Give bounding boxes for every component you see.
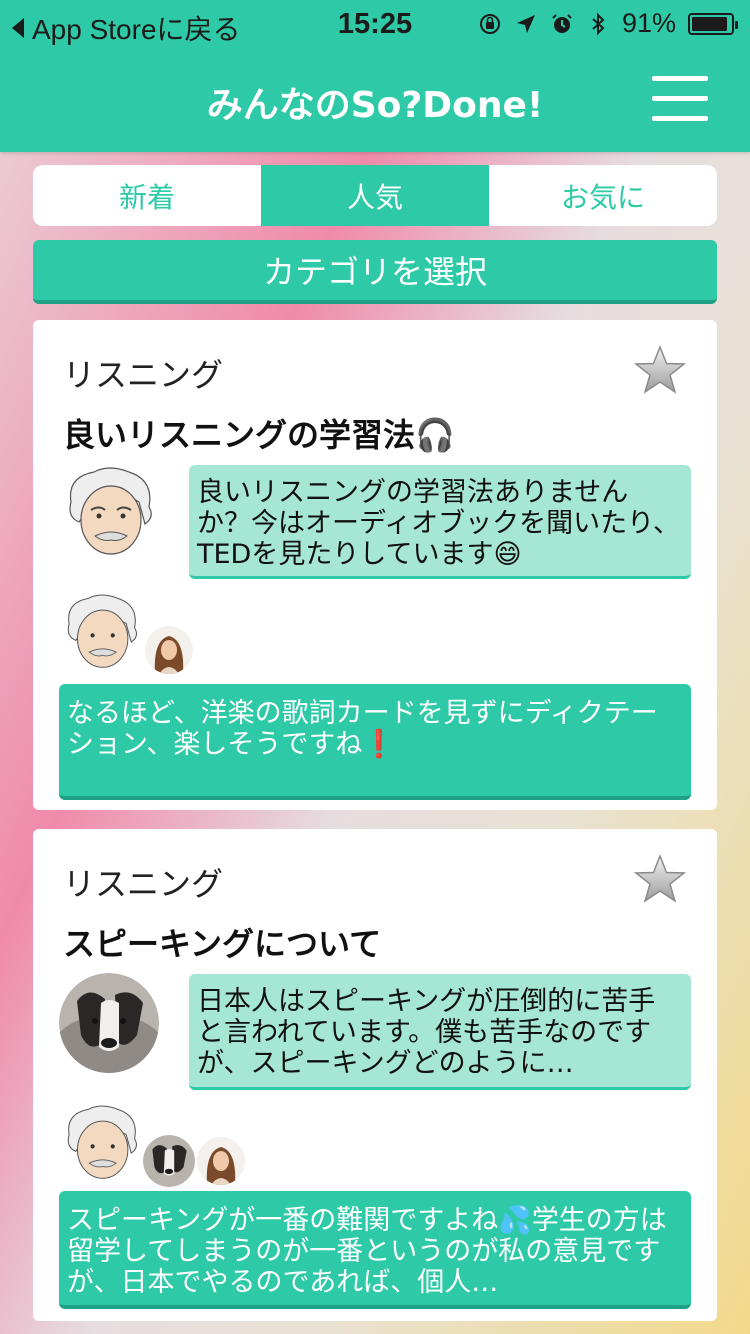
status-right: 91%	[478, 8, 738, 39]
tab-favorites[interactable]: お気に	[489, 165, 717, 226]
avatar[interactable]	[59, 590, 143, 674]
segmented-tabs: 新着 人気 お気に	[33, 165, 717, 226]
status-bar: App Storeに戻る 15:25 91%	[0, 0, 750, 50]
tab-popular[interactable]: 人気	[261, 165, 489, 226]
battery-icon	[688, 12, 738, 35]
battery-fill	[692, 16, 727, 31]
post-category: リスニング	[63, 865, 224, 903]
dog-avatar-icon	[59, 973, 159, 1073]
orientation-lock-icon	[479, 13, 500, 34]
question-bubble[interactable]: 日本人はスピーキングが圧倒的に苦手と言われています。僕も苦手なのですが、スピーキ…	[189, 974, 691, 1090]
woman-avatar-icon	[197, 1137, 245, 1185]
answer-bubble[interactable]: なるほど、洋楽の歌詞カードを見ずにディクテーション、楽しそうですね❗️	[59, 684, 691, 800]
post-title: スピーキングについて	[63, 925, 382, 963]
battery-percent: 91%	[621, 8, 676, 38]
woman-avatar-icon	[145, 626, 193, 674]
einstein-avatar-icon	[59, 1101, 143, 1185]
location-arrow-icon	[516, 14, 535, 33]
avatar[interactable]	[145, 626, 193, 674]
bluetooth-icon	[592, 12, 605, 35]
star-icon[interactable]	[633, 344, 687, 398]
page-title: みんなのSo?Done!	[206, 85, 544, 126]
star-icon[interactable]	[633, 853, 687, 907]
post-title: 良いリスニングの学習法🎧	[63, 416, 455, 454]
avatar[interactable]	[143, 1135, 195, 1187]
dog-avatar-icon	[143, 1135, 195, 1187]
nav-bar: みんなのSo?Done!	[0, 50, 750, 152]
question-bubble[interactable]: 良いリスニングの学習法ありませんか？今はオーディオブックを聞いたり、TEDを見た…	[189, 465, 691, 579]
einstein-avatar-icon	[59, 590, 143, 674]
avatar[interactable]	[197, 1137, 245, 1185]
avatar[interactable]	[59, 1101, 143, 1185]
answer-bubble[interactable]: スピーキングが一番の難関ですよね💦学生の方は留学してしまうのが一番というのが私の…	[59, 1191, 691, 1309]
avatar[interactable]	[59, 973, 159, 1073]
hamburger-menu-icon[interactable]	[652, 76, 708, 122]
post-card[interactable]: リスニング 良いリスニングの学習法🎧 良いリスニングの学習法ありませんか？今はオ…	[33, 320, 717, 810]
alarm-icon	[552, 13, 572, 33]
tab-new[interactable]: 新着	[33, 165, 261, 226]
post-category: リスニング	[63, 356, 224, 394]
post-card[interactable]: リスニング スピーキングについて 日本人はスピーキングが圧倒的に苦手と言われてい…	[33, 829, 717, 1321]
select-category-button[interactable]: カテゴリを選択	[33, 240, 717, 304]
avatar[interactable]	[59, 462, 159, 562]
einstein-avatar-icon	[59, 462, 159, 562]
